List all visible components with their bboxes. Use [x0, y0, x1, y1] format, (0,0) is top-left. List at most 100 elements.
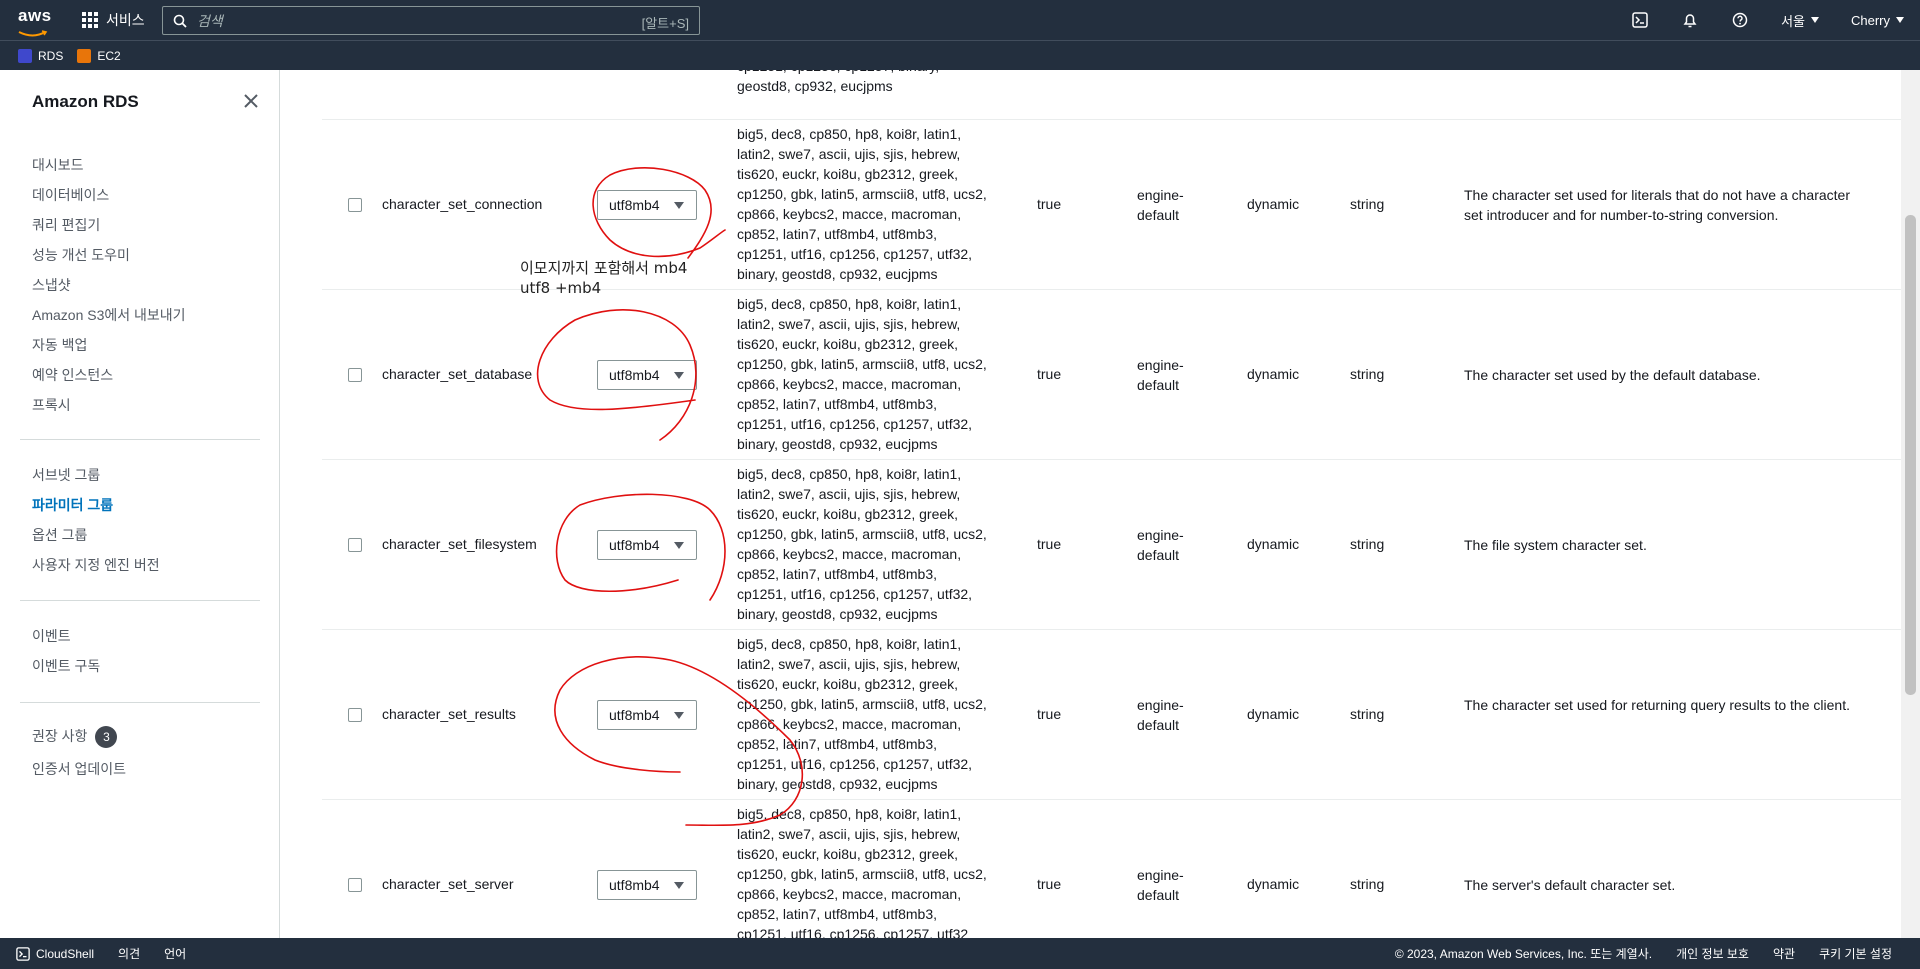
sidebar-item-databases[interactable]: 데이터베이스: [32, 185, 109, 205]
recommendations-count-badge: 3: [95, 726, 118, 749]
cloudshell-icon: [1632, 12, 1648, 28]
row-checkbox[interactable]: [348, 198, 362, 212]
ec2-service-icon: [77, 48, 92, 63]
data-type-value: string: [1350, 196, 1385, 212]
data-type-value: string: [1350, 536, 1385, 552]
search-shortcut-hint: [알트+S]: [641, 16, 689, 31]
search-box: [알트+S]: [162, 6, 700, 35]
allowed-values: big5, dec8, cp850, hp8, koi8r, latin1, l…: [737, 466, 987, 622]
row-checkbox[interactable]: [348, 708, 362, 722]
source-value: engine- default: [1137, 867, 1184, 903]
rds-service-icon: [18, 48, 32, 63]
caret-down-icon: [674, 882, 684, 889]
search-input[interactable]: [197, 12, 617, 29]
aws-logo-text: aws: [18, 6, 52, 25]
note-line-2: utf8 +mb4: [520, 279, 602, 297]
sidebar: Amazon RDS 대시보드 데이터베이스 쿼리 편집기 성능 개선 도우미 …: [0, 70, 280, 938]
favorite-rds[interactable]: RDS: [18, 48, 63, 63]
parameter-value-select[interactable]: utf8mb4: [597, 700, 697, 730]
page-scrollbar[interactable]: [1901, 70, 1920, 938]
description-value: The file system character set.: [1464, 537, 1647, 553]
sidebar-item-custom-engine-versions[interactable]: 사용자 지정 엔진 버전: [32, 555, 160, 575]
favorite-ec2[interactable]: EC2: [77, 48, 121, 63]
help-icon: [1732, 12, 1748, 28]
sidebar-item-option-groups[interactable]: 옵션 그룹: [32, 525, 87, 545]
source-value: engine- default: [1137, 527, 1184, 563]
sidebar-item-parameter-groups[interactable]: 파라미터 그룹: [32, 495, 113, 515]
sidebar-item-reserved-instances[interactable]: 예약 인스턴스: [32, 365, 113, 385]
source-value: engine- default: [1137, 357, 1184, 393]
allowed-values: big5, dec8, cp850, hp8, koi8r, latin1, l…: [737, 806, 987, 938]
account-menu[interactable]: Cherry: [1835, 13, 1920, 28]
description-value: The server's default character set.: [1464, 877, 1676, 893]
allowed-values: big5, dec8, cp850, hp8, koi8r, latin1, l…: [737, 636, 987, 792]
cloudshell-button[interactable]: [1615, 0, 1665, 40]
region-label: 서울: [1781, 13, 1805, 29]
table-row: cp1251, cp1256, cp1257, binary, geostd8,…: [322, 70, 1901, 120]
sidebar-item-event-subscriptions[interactable]: 이벤트 구독: [32, 656, 100, 676]
selected-value: utf8mb4: [609, 367, 660, 383]
data-type-value: string: [1350, 876, 1385, 892]
top-navigation-bar: aws 서비스 [알트+S]: [0, 0, 1920, 40]
apply-type-value: dynamic: [1247, 366, 1300, 382]
sidebar-item-query-editor[interactable]: 쿼리 편집기: [32, 215, 100, 235]
sidebar-item-s3-export[interactable]: Amazon S3에서 내보내기: [32, 305, 186, 325]
sidebar-item-proxies[interactable]: 프록시: [32, 395, 71, 415]
region-selector[interactable]: 서울: [1765, 11, 1835, 30]
sidebar-item-snapshots[interactable]: 스냅샷: [32, 275, 71, 295]
footer: CloudShell 의견 언어 © 2023, Amazon Web Serv…: [0, 938, 1920, 969]
feedback-link[interactable]: 의견: [118, 945, 140, 962]
row-checkbox[interactable]: [348, 878, 362, 892]
sidebar-item-dashboard[interactable]: 대시보드: [32, 155, 84, 175]
source-value: engine- default: [1137, 697, 1184, 733]
sidebar-item-subnet-groups[interactable]: 서브넷 그룹: [32, 465, 100, 485]
row-checkbox[interactable]: [348, 368, 362, 382]
caret-down-icon: [1810, 17, 1819, 23]
parameter-value-select[interactable]: utf8mb4: [597, 530, 697, 560]
row-checkbox[interactable]: [348, 538, 362, 552]
caret-down-icon: [674, 712, 684, 719]
search-icon: [173, 14, 187, 28]
apply-type-value: dynamic: [1247, 536, 1300, 552]
sidebar-item-performance-insights[interactable]: 성능 개선 도우미: [32, 245, 130, 265]
bell-icon: [1683, 14, 1697, 28]
scrollbar-thumb[interactable]: [1905, 215, 1916, 695]
parameters-table-area: cp1251, cp1256, cp1257, binary, geostd8,…: [281, 70, 1901, 938]
favorite-label: EC2: [97, 48, 121, 63]
sidebar-divider: [20, 439, 260, 440]
notifications-button[interactable]: [1665, 0, 1715, 40]
parameter-name: character_set_server: [382, 876, 514, 892]
allowed-values: cp1251, cp1256, cp1257, binary, geostd8,…: [737, 70, 939, 94]
help-button[interactable]: [1715, 0, 1765, 40]
parameter-value-select[interactable]: utf8mb4: [597, 190, 697, 220]
close-icon[interactable]: [242, 92, 260, 110]
copyright-text: © 2023, Amazon Web Services, Inc. 또는 계열사…: [1394, 947, 1653, 961]
description-value: The character set used for literals that…: [1464, 187, 1850, 223]
sidebar-item-recommendations[interactable]: 권장 사항 3: [32, 726, 118, 749]
services-menu-button[interactable]: 서비스: [82, 10, 145, 30]
services-grid-icon: [82, 12, 98, 28]
sidebar-item-events[interactable]: 이벤트: [32, 626, 71, 646]
privacy-link[interactable]: 개인 정보 보호: [1676, 945, 1749, 962]
parameter-name: character_set_results: [382, 706, 516, 722]
modifiable-value: true: [1037, 876, 1062, 892]
description-value: The character set used for returning que…: [1464, 697, 1850, 713]
sidebar-divider: [20, 600, 260, 601]
sidebar-item-certificate-update[interactable]: 인증서 업데이트: [32, 759, 126, 779]
selected-value: utf8mb4: [609, 877, 660, 893]
cloudshell-icon: [16, 946, 30, 961]
parameter-value-select[interactable]: utf8mb4: [597, 870, 697, 900]
sidebar-item-automated-backups[interactable]: 자동 백업: [32, 335, 87, 355]
cookie-preferences-link[interactable]: 쿠키 기본 설정: [1819, 945, 1892, 962]
apply-type-value: dynamic: [1247, 196, 1300, 212]
cloudshell-footer-button[interactable]: CloudShell: [16, 947, 94, 961]
parameter-value-select[interactable]: utf8mb4: [597, 360, 697, 390]
top-right-controls: 서울 Cherry: [1615, 0, 1920, 40]
terms-link[interactable]: 약관: [1773, 945, 1795, 962]
allowed-values: big5, dec8, cp850, hp8, koi8r, latin1, l…: [737, 296, 987, 452]
aws-logo[interactable]: aws: [18, 6, 52, 37]
table-row: character_set_results utf8mb4 big5, dec8…: [322, 630, 1901, 800]
modifiable-value: true: [1037, 536, 1062, 552]
language-link[interactable]: 언어: [164, 945, 186, 962]
modifiable-value: true: [1037, 196, 1062, 212]
